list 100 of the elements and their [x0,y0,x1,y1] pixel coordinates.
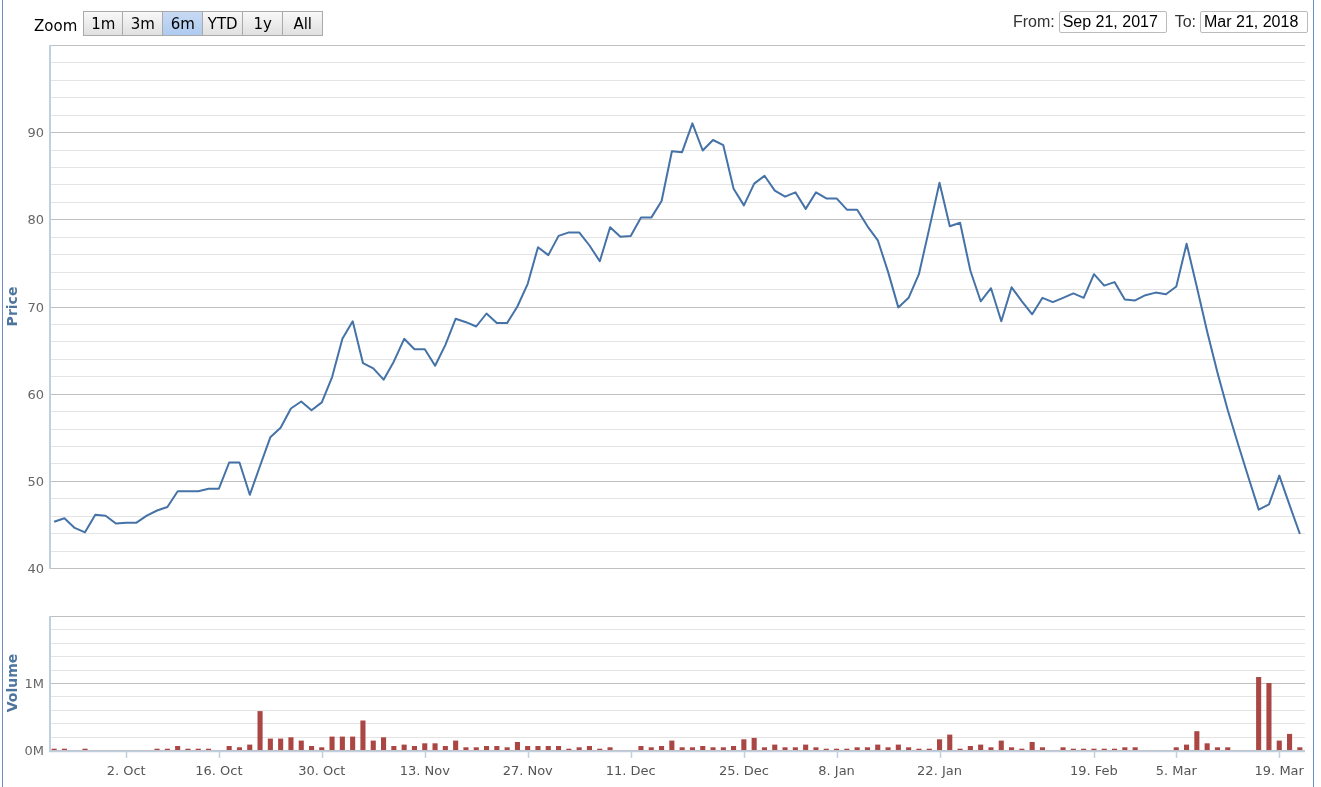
volume-bar [411,746,417,750]
volume-bar [731,746,737,750]
axis-label: 1M [24,676,44,691]
axis-label: 30. Oct [298,763,346,778]
volume-bar [535,746,541,750]
volume-bar [1132,747,1138,750]
zoom-range-button[interactable]: All [283,11,324,36]
volume-bar [494,746,500,750]
axis-label: 5. Mar [1155,763,1197,778]
volume-bar [1184,744,1190,750]
volume-bar [885,747,891,750]
volume-bar [782,747,788,750]
volume-bar [576,747,582,750]
volume-bar [720,747,726,750]
axis-title: Volume [4,653,20,713]
volume-bar [854,747,860,750]
volume-bar [1122,747,1128,750]
volume-bar [751,737,757,750]
volume-bar [761,747,767,750]
volume-bar [864,747,870,750]
volume-bar [484,746,490,750]
axis-label: 80 [27,212,44,227]
volume-bar [401,744,407,750]
volume-bar [1029,742,1035,750]
volume-bar [329,736,335,750]
volume-bar [1214,747,1220,750]
volume-bar [772,744,778,750]
axis-label: 2. Oct [106,763,146,778]
axis-label: 8. Jan [818,763,855,778]
volume-bar [710,747,716,750]
axis-label: 25. Dec [718,763,769,778]
volume-bar [391,746,397,750]
axis-label: 16. Oct [195,763,243,778]
to-label: To: [1174,13,1196,31]
volume-bar [875,744,881,750]
volume-bar [442,746,448,750]
axis-label: 22. Jan [917,763,962,778]
volume-bar [463,747,469,750]
volume-bar [247,744,253,750]
volume-bar [669,740,675,750]
axis-label: 0M [24,743,44,758]
axis-label: 70 [27,300,44,315]
volume-bar [432,743,438,750]
volume-bar [1060,747,1066,750]
volume-bar [689,747,695,750]
axis-label: 90 [27,125,44,140]
volume-bar [556,746,562,750]
volume-bar [226,746,232,750]
axis-label: 27. Nov [502,763,553,778]
volume-bar [473,747,479,750]
volume-bar [792,747,798,750]
volume-bar [1287,733,1293,750]
axis-label: 19. Feb [1070,763,1118,778]
from-date-field[interactable]: Sep 21, 2017 [1058,11,1167,33]
zoom-range-button[interactable]: YTD [203,11,244,36]
volume-bar [1173,747,1179,750]
volume-bar [288,737,294,750]
volume-bar [1194,731,1200,750]
volume-bar [236,747,242,750]
axis-label: 60 [27,387,44,402]
zoom-range-button[interactable]: 6m [163,11,204,36]
volume-bar [679,747,685,750]
axis-label: 19. Mar [1254,763,1304,778]
axis-label: 13. Nov [399,763,450,778]
volume-bar [607,747,613,750]
volume-bar [906,747,912,750]
volume-bar [298,740,304,750]
volume-bar [700,746,706,750]
volume-bar [309,746,315,750]
volume-bar [638,746,644,750]
to-date-field[interactable]: Mar 21, 2018 [1200,11,1308,33]
volume-bar [514,742,520,750]
volume-bar [422,743,428,750]
volume-bar [525,746,531,750]
volume-bar [360,720,366,750]
volume-bar [257,711,263,750]
volume-bar [278,738,284,750]
volume-bar [988,747,994,750]
zoom-label: Zoom [34,16,78,35]
axis-label: 11. Dec [605,763,656,778]
volume-bar [978,744,984,750]
volume-bar [453,740,459,750]
zoom-range-button[interactable]: 1y [243,11,284,36]
volume-bar [998,740,1004,750]
zoom-range-button[interactable]: 1m [83,11,124,36]
volume-bar [813,747,819,750]
volume-bar [1266,683,1272,750]
volume-bar [267,738,273,750]
volume-bar [319,747,325,750]
from-label: From: [1012,13,1055,31]
volume-bar [803,744,809,750]
volume-bar [175,746,181,750]
volume-bar [1204,743,1210,750]
volume-bar [937,739,943,750]
volume-bar [895,744,901,750]
volume-bar [741,739,747,750]
zoom-range-button[interactable]: 3m [123,11,164,36]
volume-bar [381,737,387,750]
volume-bar [350,736,356,750]
volume-bar [659,746,665,750]
